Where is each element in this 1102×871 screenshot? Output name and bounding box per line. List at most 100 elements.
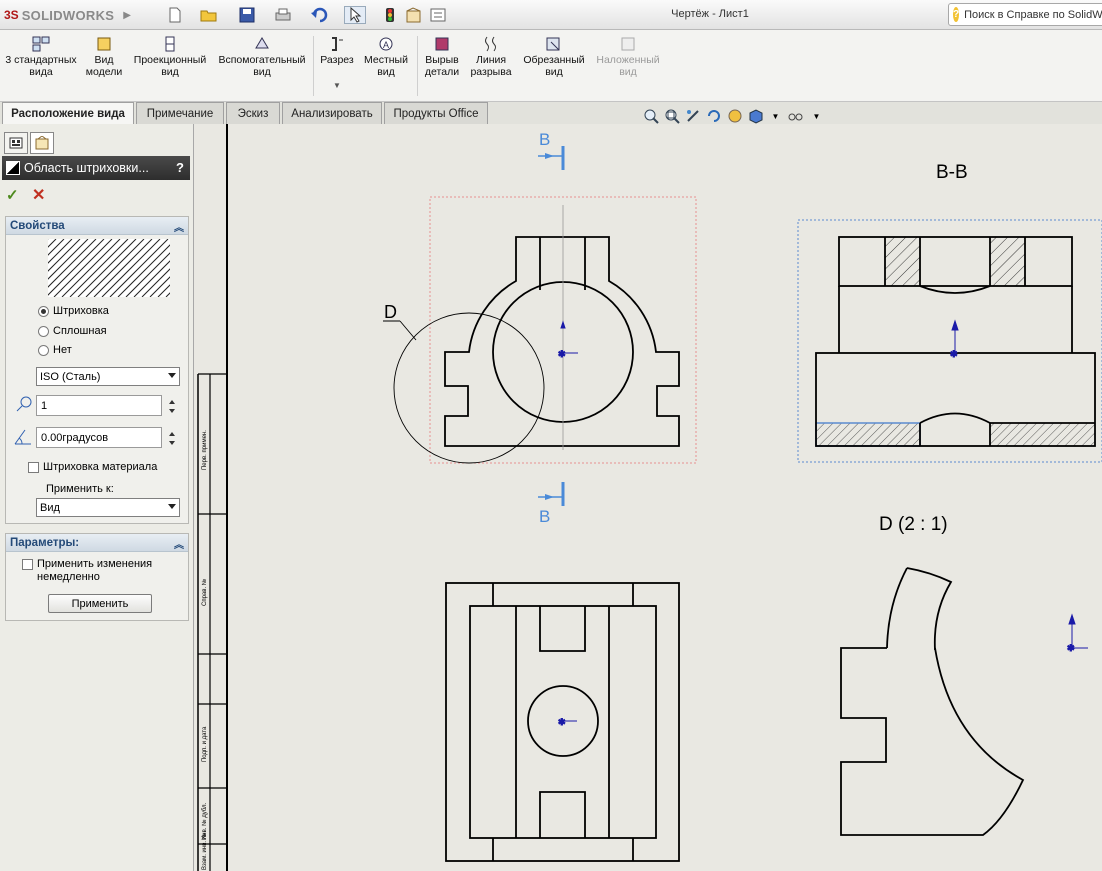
tab-evaluate[interactable]: Анализировать	[282, 102, 382, 124]
feature-tree-tab[interactable]	[4, 132, 28, 154]
zoom-to-fit-icon[interactable]	[643, 108, 659, 124]
checkbox-box	[28, 462, 39, 473]
rebuild-icon[interactable]	[382, 6, 398, 24]
print-icon[interactable]	[274, 6, 292, 24]
new-icon[interactable]	[166, 6, 184, 24]
origin-icon: ✱	[950, 319, 959, 360]
spin-up-icon[interactable]	[169, 400, 175, 404]
section-view-title: B-B	[936, 162, 968, 183]
angle-input[interactable]: 0.00градусов	[36, 427, 175, 448]
broken-out-section-button[interactable]: Вырыв детали	[418, 36, 466, 78]
spin-down-icon[interactable]	[169, 441, 175, 445]
redraw-icon[interactable]	[706, 108, 722, 124]
file-properties-icon[interactable]	[404, 6, 424, 24]
tab-annotation[interactable]: Примечание	[136, 102, 224, 124]
help-search-input[interactable]: ? Поиск в Справке по SolidWorks	[948, 3, 1102, 26]
apply-to-select[interactable]: Вид	[36, 498, 180, 517]
alternate-position-button[interactable]: Наложенный вид	[592, 36, 664, 78]
property-manager-icon	[35, 136, 49, 150]
previous-view-icon[interactable]	[685, 108, 701, 124]
three-views-icon	[32, 36, 50, 52]
collapse-icon[interactable]: ︽	[174, 536, 184, 551]
options-icon[interactable]	[428, 6, 448, 24]
property-manager-title: Область штриховки...	[24, 161, 149, 175]
dropdown-icon[interactable]: ▼	[769, 108, 782, 124]
angle-value: 0.00градусов	[41, 431, 109, 444]
property-manager-panel: Область штриховки... ? ✓ ✕ Свойства ︽ Шт…	[0, 124, 194, 871]
property-manager-header: Область штриховки... ?	[2, 156, 190, 180]
select-icon[interactable]	[344, 6, 366, 24]
parameters-group-header[interactable]: Параметры: ︽	[6, 534, 188, 552]
origin-icon: ✱	[1067, 613, 1088, 654]
solidworks-logo[interactable]: 3S SOLIDWORKS ▶	[4, 6, 134, 24]
detail-view[interactable]	[840, 567, 1025, 836]
scale-icon	[16, 396, 32, 412]
break-button[interactable]: Линия разрыва	[468, 36, 514, 78]
auxiliary-view-icon	[253, 36, 271, 52]
front-view[interactable]	[444, 236, 680, 447]
crop-view-button[interactable]: Обрезанный вид	[518, 36, 590, 78]
section-line-bottom[interactable]: B	[538, 482, 565, 526]
view-settings-icon[interactable]	[787, 108, 805, 124]
detail-view-button[interactable]: A Местный вид	[360, 36, 412, 78]
model-view-button[interactable]: Вид модели	[82, 36, 126, 78]
three-views-label: 3 стандартных вида	[5, 54, 77, 78]
tab-sketch[interactable]: Эскиз	[226, 102, 280, 124]
display-style-icon[interactable]	[748, 108, 764, 124]
detail-circle[interactable]	[393, 312, 545, 464]
solid-radio[interactable]: Сплошная	[38, 325, 107, 337]
cancel-x-icon[interactable]: ✕	[32, 185, 45, 205]
detail-circle-label: D	[384, 302, 397, 322]
svg-text:✱: ✱	[558, 349, 566, 359]
parameters-header-label: Параметры:	[10, 536, 80, 549]
hide-show-icon[interactable]	[727, 108, 743, 124]
three-views-button[interactable]: 3 стандартных вида	[4, 36, 78, 78]
property-manager-tab[interactable]	[30, 132, 54, 154]
help-question-icon: ?	[953, 7, 960, 22]
save-icon[interactable]	[238, 6, 256, 24]
separator	[313, 36, 314, 96]
dropdown-icon[interactable]: ▼	[810, 108, 823, 124]
hatch-pattern-value: ISO (Сталь)	[40, 370, 101, 383]
section-view-button[interactable]: Разрез ▼	[316, 36, 358, 92]
hatch-pattern-select[interactable]: ISO (Сталь)	[36, 367, 180, 386]
title-bar: 3S SOLIDWORKS ▶ Чертёж - Лист1 ? Поиск в…	[0, 0, 1102, 30]
section-line-top[interactable]: B	[538, 130, 565, 170]
open-icon[interactable]	[200, 6, 218, 24]
scale-input[interactable]: 1	[36, 395, 175, 416]
hatch-radio-label: Штриховка	[53, 305, 109, 317]
section-view-label: Разрез	[320, 54, 354, 66]
ds-logo-icon: 3S	[4, 8, 19, 22]
auxiliary-view-button[interactable]: Вспомогательный вид	[214, 36, 310, 78]
section-label-bottom: B	[539, 507, 550, 526]
zoom-area-icon[interactable]	[664, 108, 680, 124]
spin-down-icon[interactable]	[169, 409, 175, 413]
model-view-label: Вид модели	[85, 54, 123, 78]
tab-office-products[interactable]: Продукты Office	[384, 102, 488, 124]
apply-button[interactable]: Применить	[48, 594, 152, 613]
document-title: Чертёж - Лист1	[671, 8, 749, 20]
properties-group-header[interactable]: Свойства ︽	[6, 217, 188, 235]
origin-icon: ✱	[558, 320, 578, 360]
tab-view-layout[interactable]: Расположение вида	[2, 102, 134, 125]
drawing-canvas: Перв. примен. Справ. № Подп. и дата Инв.…	[197, 124, 1102, 871]
apply-immediately-checkbox[interactable]: Применить изменения немедленно	[22, 558, 182, 584]
drawing-sheet[interactable]: Перв. примен. Справ. № Подп. и дата Инв.…	[195, 109, 1102, 871]
ok-check-icon[interactable]: ✓	[6, 186, 19, 204]
collapse-icon[interactable]: ︽	[174, 219, 184, 234]
svg-text:✱: ✱	[1067, 643, 1075, 653]
material-hatch-checkbox[interactable]: Штриховка материала	[28, 461, 157, 474]
checkbox-box	[22, 559, 33, 570]
undo-icon[interactable]	[310, 6, 330, 24]
none-radio[interactable]: Нет	[38, 344, 72, 356]
angle-icon	[14, 429, 31, 445]
broken-out-section-icon	[433, 36, 451, 52]
help-icon[interactable]: ?	[176, 160, 184, 175]
menu-arrow-icon[interactable]: ▶	[123, 10, 131, 21]
chevron-down-icon	[168, 504, 176, 509]
section-view-icon	[328, 36, 346, 52]
hatch-radio[interactable]: Штриховка	[38, 305, 109, 317]
section-view-dropdown-icon[interactable]: ▼	[333, 80, 341, 92]
projected-view-button[interactable]: Проекционный вид	[130, 36, 210, 78]
spin-up-icon[interactable]	[169, 432, 175, 436]
